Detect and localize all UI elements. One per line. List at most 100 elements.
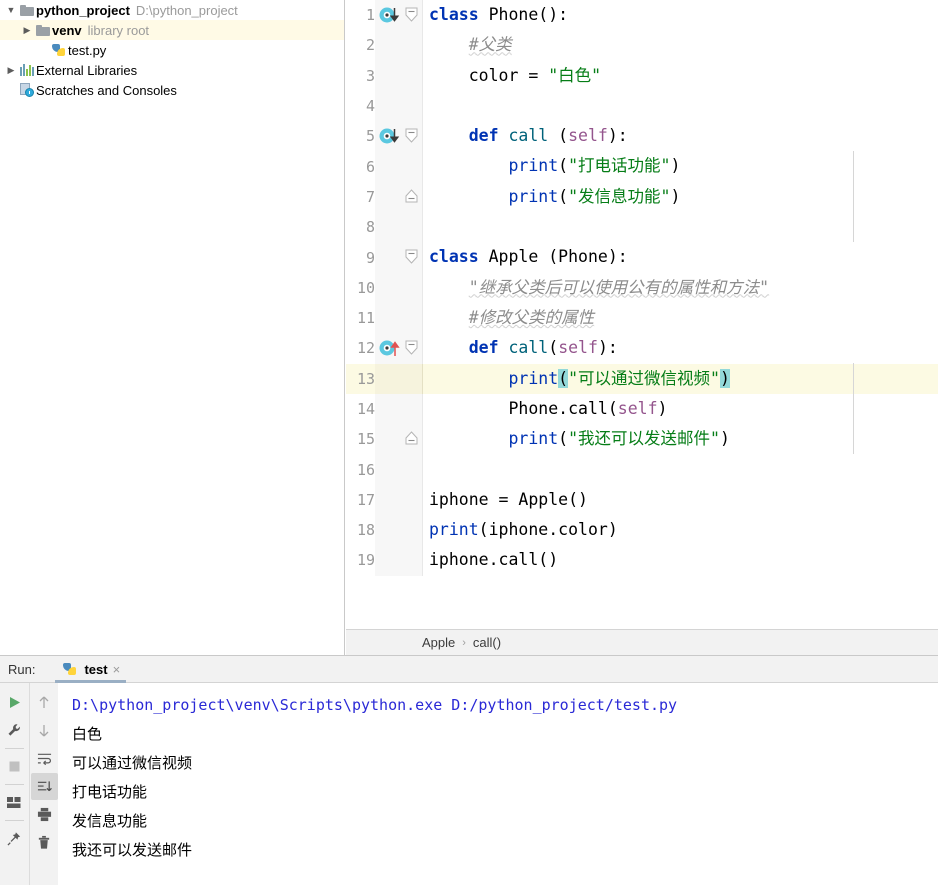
code-line[interactable]: 2 #父类	[346, 30, 938, 61]
code-fold-icon[interactable]	[405, 189, 418, 204]
editor-gutter[interactable]	[375, 0, 422, 31]
tree-item-label: venv	[52, 22, 82, 38]
code-text[interactable]: def call (self):	[422, 121, 938, 152]
code-text[interactable]: iphone.call()	[422, 545, 938, 576]
tree-item-python-project[interactable]: ▼ python_project D:\python_project	[0, 0, 344, 20]
code-line[interactable]: 15 print("我还可以发送邮件")	[346, 424, 938, 455]
editor-gutter[interactable]	[375, 181, 422, 213]
run-toolbar-right	[29, 683, 58, 885]
code-text[interactable]: print("可以通过微信视频")	[422, 363, 938, 394]
run-tab-test[interactable]: test ×	[55, 656, 126, 683]
code-text[interactable]: color = "白色"	[422, 60, 938, 91]
console-output[interactable]: D:\python_project\venv\Scripts\python.ex…	[58, 683, 938, 885]
code-text[interactable]: iphone = Apple()	[422, 484, 938, 516]
up-stacktrace-button[interactable]	[31, 689, 58, 716]
code-text[interactable]	[422, 90, 938, 122]
chevron-right-icon: ›	[462, 636, 466, 649]
code-line[interactable]: 8	[346, 212, 938, 243]
print-button[interactable]	[31, 801, 58, 828]
editor-gutter[interactable]	[375, 302, 422, 334]
code-fold-icon[interactable]	[405, 340, 418, 356]
editor-gutter[interactable]	[375, 363, 422, 394]
editor-gutter[interactable]	[375, 121, 422, 152]
editor-gutter[interactable]	[375, 424, 422, 455]
code-text[interactable]: def call(self):	[422, 333, 938, 364]
code-line[interactable]: 3 color = "白色"	[346, 60, 938, 91]
code-line[interactable]: 7 print("发信息功能")	[346, 181, 938, 213]
settings-button[interactable]	[1, 717, 28, 744]
soft-wrap-button[interactable]	[31, 745, 58, 772]
code-text[interactable]: print(iphone.color)	[422, 515, 938, 546]
code-text[interactable]: print("我还可以发送邮件")	[422, 424, 938, 455]
stop-button[interactable]	[1, 753, 28, 780]
code-text[interactable]: Phone.call(self)	[422, 393, 938, 425]
code-line[interactable]: 5 def call (self):	[346, 121, 938, 152]
run-gutter-icon[interactable]	[379, 7, 405, 23]
code-text[interactable]: #修改父类的属性	[422, 302, 938, 334]
line-number: 16	[356, 460, 375, 479]
code-text[interactable]	[422, 212, 938, 243]
breadcrumb-method[interactable]: call()	[473, 635, 501, 650]
code-line[interactable]: 18 print(iphone.color)	[346, 515, 938, 546]
code-text[interactable]: "继承父类后可以使用公有的属性和方法"	[422, 272, 938, 303]
code-line[interactable]: 11 #修改父类的属性	[346, 302, 938, 334]
code-line[interactable]: 9 class Apple (Phone):	[346, 242, 938, 273]
editor-gutter[interactable]	[375, 333, 422, 364]
code-text[interactable]: #父类	[422, 30, 938, 61]
code-line[interactable]: 12 def call(self):	[346, 333, 938, 364]
tree-item-venv[interactable]: ▶ venv library root	[0, 20, 344, 40]
code-line[interactable]: 1 class Phone():	[346, 0, 938, 31]
editor-gutter[interactable]	[375, 272, 422, 303]
layout-button[interactable]	[1, 789, 28, 816]
chevron-down-icon[interactable]: ▼	[4, 5, 18, 15]
editor-gutter[interactable]	[375, 515, 422, 546]
code-line[interactable]: 6 print("打电话功能")	[346, 151, 938, 182]
close-icon[interactable]: ×	[113, 662, 121, 677]
line-number: 14	[356, 400, 375, 418]
code-line[interactable]: 19 iphone.call()	[346, 545, 938, 576]
scroll-to-end-button[interactable]	[30, 773, 58, 800]
code-line[interactable]: 13 print("可以通过微信视频")	[346, 363, 938, 395]
editor-gutter[interactable]	[375, 393, 422, 425]
tree-item-scratches-and-consoles[interactable]: ▶Scratches and Consoles	[0, 80, 344, 100]
editor-gutter[interactable]	[375, 151, 422, 182]
editor-gutter[interactable]	[375, 484, 422, 516]
rerun-button[interactable]	[1, 689, 28, 716]
clear-all-button[interactable]	[31, 829, 58, 856]
editor-gutter[interactable]	[375, 60, 422, 91]
code-fold-icon[interactable]	[405, 431, 418, 446]
code-text[interactable]: class Apple (Phone):	[422, 242, 938, 273]
run-gutter-icon[interactable]	[379, 128, 405, 144]
line-number: 1	[365, 6, 375, 25]
editor-gutter[interactable]	[375, 30, 422, 61]
project-tool-window[interactable]: ▼ python_project D:\python_project ▶ venv lib…	[0, 0, 345, 655]
code-fold-icon[interactable]	[405, 128, 418, 143]
tree-item-test-py[interactable]: ▶test.py	[0, 40, 344, 60]
code-text[interactable]	[422, 454, 938, 485]
pin-tab-button[interactable]	[1, 825, 28, 852]
code-text[interactable]: print("打电话功能")	[422, 151, 938, 182]
code-line[interactable]: 16	[346, 454, 938, 485]
editor-gutter[interactable]	[375, 545, 422, 576]
tree-item-external-libraries[interactable]: ▶ External Libraries	[0, 60, 344, 80]
editor-gutter[interactable]	[375, 242, 422, 273]
code-line[interactable]: 4	[346, 90, 938, 122]
editor-gutter[interactable]	[375, 90, 422, 122]
breadcrumb[interactable]: Apple › call()	[346, 629, 938, 655]
chevron-right-icon[interactable]: ▶	[20, 25, 34, 35]
code-fold-icon[interactable]	[405, 7, 418, 22]
editor-gutter[interactable]	[375, 454, 422, 485]
editor-gutter[interactable]	[375, 212, 422, 243]
code-text[interactable]: print("发信息功能")	[422, 181, 938, 213]
code-text[interactable]: class Phone():	[422, 0, 938, 31]
code-line[interactable]: 10 "继承父类后可以使用公有的属性和方法"	[346, 272, 938, 303]
tree-item-label: Scratches and Consoles	[36, 82, 177, 98]
down-stacktrace-button[interactable]	[31, 717, 58, 744]
breadcrumb-class[interactable]: Apple	[422, 635, 455, 650]
code-editor[interactable]: 1 class Phone(): 2 #父类 3 color = "白色" 4 5 def…	[346, 0, 938, 655]
override-marker-icon[interactable]	[379, 340, 405, 357]
code-line[interactable]: 14 Phone.call(self)	[346, 393, 938, 425]
chevron-right-icon[interactable]: ▶	[4, 65, 18, 75]
code-fold-icon[interactable]	[405, 249, 418, 265]
code-line[interactable]: 17 iphone = Apple()	[346, 484, 938, 516]
